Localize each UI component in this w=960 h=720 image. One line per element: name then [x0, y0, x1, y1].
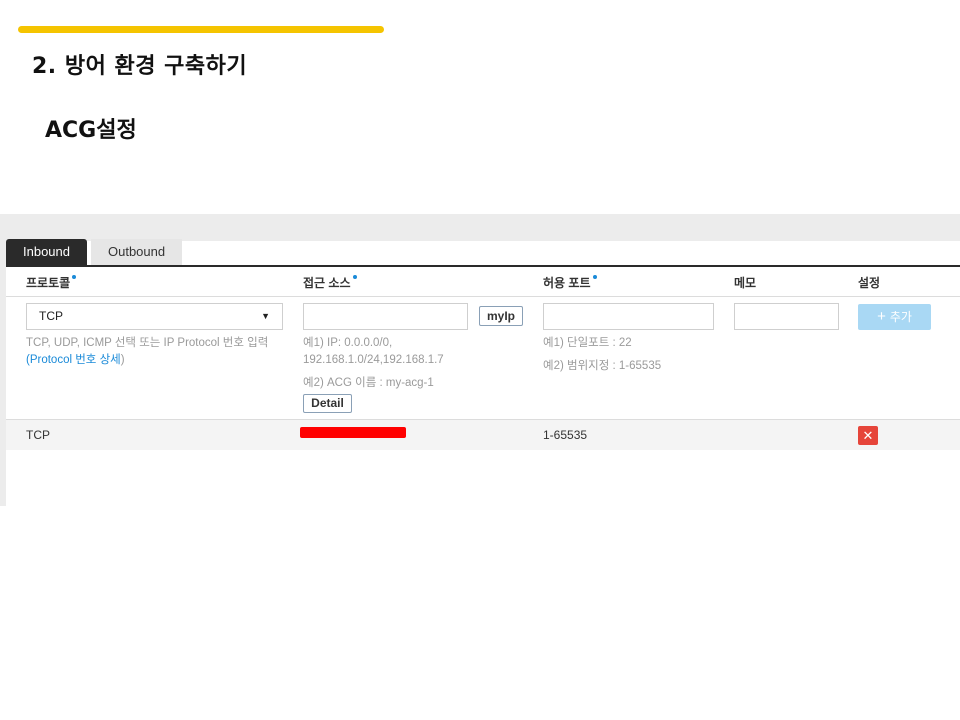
port-input[interactable] [543, 303, 714, 330]
required-dot-icon [592, 275, 597, 279]
header-source-label: 접근 소스 [303, 276, 351, 290]
header-port: 허용 포트 [543, 274, 597, 291]
protocol-select[interactable]: TCP ▼ [26, 303, 283, 330]
header-memo: 메모 [734, 276, 757, 290]
source-hint-line-1: 예1) IP: 0.0.0.0/0, [303, 337, 393, 349]
detail-button[interactable]: Detail [303, 394, 352, 413]
header-protocol: 프로토콜 [26, 274, 77, 291]
caret-down-icon: ▼ [261, 311, 270, 321]
protocol-detail-link[interactable]: Protocol 번호 상세 [30, 354, 121, 366]
slide-title: 2. 방어 환경 구축하기 [32, 54, 248, 79]
rule-tabs: Inbound Outbound [6, 239, 186, 267]
slide-subtitle: ACG설정 [45, 118, 137, 143]
header-port-label: 허용 포트 [543, 276, 591, 290]
protocol-select-value: TCP [39, 309, 63, 323]
acg-rule-panel: Inbound Outbound 프로토콜 접근 소스 허용 포트 메모 설정 … [0, 214, 960, 506]
add-rule-button[interactable]: + 추가 [858, 304, 931, 330]
required-dot-icon [352, 275, 357, 279]
rule-port: 1-65535 [543, 428, 588, 442]
add-rule-label: 추가 [889, 310, 912, 324]
delete-rule-button[interactable]: ✕ [858, 426, 878, 445]
redacted-source [300, 427, 406, 438]
protocol-hint: TCP, UDP, ICMP 선택 또는 IP Protocol 번호 입력 (… [26, 335, 268, 369]
tab-outbound[interactable]: Outbound [91, 239, 183, 265]
header-source: 접근 소스 [303, 274, 357, 291]
close-icon: ✕ [862, 428, 874, 443]
rule-protocol: TCP [26, 428, 50, 442]
tab-underline [6, 265, 960, 267]
port-hint-single: 예1) 단일포트 : 22 [543, 337, 632, 349]
accent-bar [18, 26, 384, 33]
tab-inbound[interactable]: Inbound [6, 239, 87, 265]
required-dot-icon [72, 275, 77, 279]
source-input[interactable] [303, 303, 468, 330]
panel-left-edge [0, 241, 6, 506]
protocol-link-close: ) [120, 354, 125, 366]
header-divider [6, 296, 960, 297]
panel-top-strip [0, 214, 960, 241]
memo-input[interactable] [734, 303, 839, 330]
port-hint-range: 예2) 범위지정 : 1-65535 [543, 360, 662, 372]
myip-button[interactable]: myIp [479, 306, 523, 326]
header-protocol-label: 프로토콜 [26, 276, 71, 290]
source-hint-line-2: 192.168.1.0/24,192.168.1.7 [303, 354, 444, 366]
header-settings: 설정 [858, 276, 881, 290]
protocol-hint-text: TCP, UDP, ICMP 선택 또는 IP Protocol 번호 입력 [26, 337, 269, 349]
plus-icon: + [877, 308, 886, 325]
table-row [6, 420, 960, 450]
protocol-hint-link-line: (Protocol 번호 상세) [26, 352, 268, 369]
source-hint-acg: 예2) ACG 이름 : my-acg-1 [303, 377, 434, 389]
source-hint: 예1) IP: 0.0.0.0/0, 192.168.1.0/24,192.16… [303, 335, 444, 369]
